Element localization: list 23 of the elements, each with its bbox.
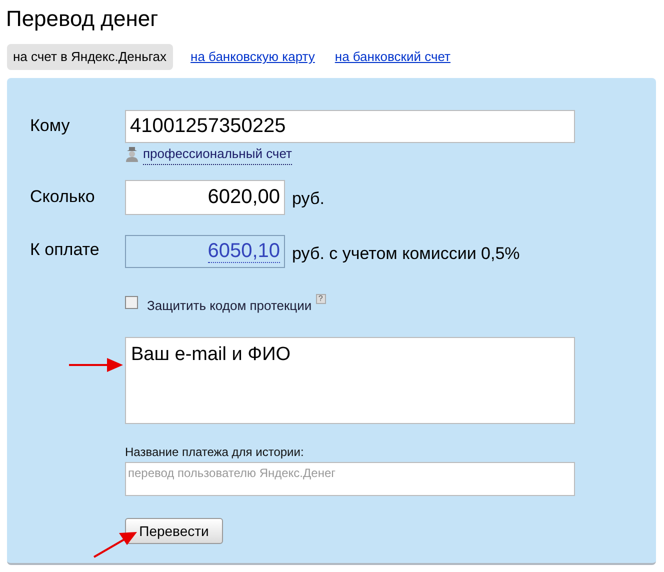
transfer-button[interactable]: Перевести	[125, 518, 223, 544]
field-label: К оплате	[30, 239, 100, 261]
history-field[interactable]: перевод пользователю Яндекс.Денег	[125, 462, 575, 496]
field-label: Кому	[30, 115, 70, 137]
person-icon	[125, 146, 139, 162]
amount-field[interactable]: 6020,00	[125, 180, 285, 215]
message-field[interactable]: Ваш e-mail и ФИО	[125, 337, 575, 424]
total-amount[interactable]: 6050,10	[208, 240, 280, 263]
page-title: Перевод денег	[6, 5, 158, 33]
checkbox-label: Защитить кодом протекции	[147, 297, 312, 315]
field-label: Название платежа для истории:	[125, 444, 304, 461]
account-link[interactable]: профессиональный счет	[143, 144, 292, 164]
help-badge[interactable]: ?	[316, 294, 326, 304]
tab[interactable]: на банковскую карту	[188, 44, 317, 70]
arrow-icon	[69, 357, 123, 373]
commission-note: руб. с учетом комиссии 0,5%	[292, 243, 520, 265]
tab[interactable]: на счет в Яндекс.Деньгах	[7, 44, 173, 70]
tab[interactable]: на банковский счет	[332, 44, 452, 70]
input-field[interactable]: 41001257350225	[125, 110, 575, 143]
field-label: Сколько	[30, 186, 95, 208]
arrow-icon	[93, 530, 137, 558]
currency-label: руб.	[292, 188, 324, 210]
checkbox[interactable]	[125, 296, 138, 310]
